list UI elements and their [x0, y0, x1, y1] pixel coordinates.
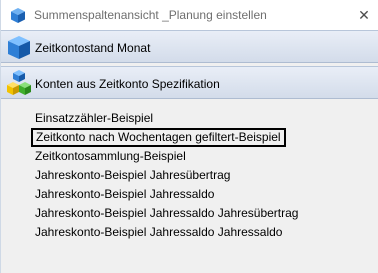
template-list: Einsatzzähler-Beispiel Zeitkonto nach Wo…	[1, 100, 378, 273]
window-title: Summenspaltenansicht _Planung einstellen	[34, 8, 267, 22]
blue-cube-icon	[11, 8, 25, 23]
list-item[interactable]: Jahreskonto-Beispiel Jahressaldo	[31, 185, 218, 204]
list-item[interactable]: Jahreskonto-Beispiel Jahressaldo Jahresü…	[31, 204, 302, 223]
blue-cube-icon	[8, 36, 30, 59]
list-item-selected[interactable]: Zeitkonto nach Wochentagen gefiltert-Bei…	[31, 128, 286, 147]
close-button[interactable]: ✕	[349, 0, 378, 30]
panel-label: Zeitkontostand Monat	[35, 41, 151, 55]
list-item[interactable]: Jahreskonto-Beispiel Jahresübertrag	[31, 166, 234, 185]
colored-cubes-icon	[7, 70, 31, 95]
list-item[interactable]: Jahreskonto-Beispiel Jahressaldo Jahress…	[31, 223, 286, 242]
panel-label: Konten aus Zeitkonto Spezifikation	[35, 77, 220, 91]
title-bar[interactable]: Summenspaltenansicht _Planung einstellen…	[1, 0, 378, 30]
panel-konten-aus-zeitkonto[interactable]: Konten aus Zeitkonto Spezifikation	[1, 66, 378, 99]
panel-zeitkontostand-monat[interactable]: Zeitkontostand Monat	[1, 30, 378, 63]
close-icon: ✕	[358, 6, 370, 23]
list-item[interactable]: Einsatzzähler-Beispiel	[31, 109, 157, 128]
dialog-window: Summenspaltenansicht _Planung einstellen…	[0, 0, 378, 273]
list-item[interactable]: Zeitkontosammlung-Beispiel	[31, 147, 190, 166]
